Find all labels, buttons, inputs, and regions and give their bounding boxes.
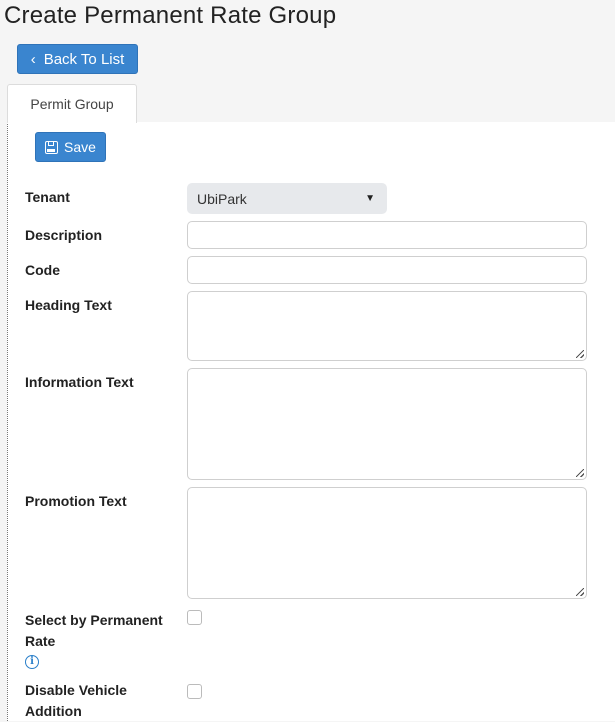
- disable-vehicle-addition-checkbox[interactable]: [187, 684, 202, 699]
- disable-vehicle-addition-label: Disable Vehicle Addition: [25, 682, 127, 719]
- select-by-permanent-rate-checkbox[interactable]: [187, 610, 202, 625]
- save-label: Save: [64, 139, 96, 155]
- back-to-list-button[interactable]: ‹ Back To List: [17, 44, 138, 74]
- form-panel: Save Tenant UbiPark ▼ Description Code H…: [7, 122, 615, 721]
- heading-text-textarea[interactable]: [187, 291, 587, 361]
- page-title: Create Permanent Rate Group: [4, 2, 337, 29]
- code-input[interactable]: [187, 256, 587, 284]
- tenant-select-value: UbiPark: [197, 190, 247, 207]
- description-input[interactable]: [187, 221, 587, 249]
- resize-grip-icon[interactable]: [576, 588, 584, 596]
- resize-grip-icon[interactable]: [576, 469, 584, 477]
- chevron-left-icon: ‹: [30, 50, 36, 68]
- promotion-text-label: Promotion Text: [25, 493, 127, 509]
- select-by-permanent-rate-label: Select by Permanent Rate: [25, 612, 163, 649]
- info-icon[interactable]: i: [25, 655, 39, 669]
- description-label: Description: [25, 227, 103, 243]
- floppy-disk-icon: [45, 140, 59, 154]
- back-to-list-label: Back To List: [43, 50, 125, 68]
- information-text-label: Information Text: [25, 374, 134, 390]
- heading-text-label: Heading Text: [25, 297, 112, 313]
- save-button[interactable]: Save: [35, 132, 106, 162]
- code-label: Code: [25, 262, 60, 278]
- tenant-select[interactable]: UbiPark ▼: [187, 183, 387, 214]
- tab-permit-group-label: Permit Group: [30, 96, 114, 112]
- caret-down-icon: ▼: [365, 193, 375, 204]
- information-text-textarea[interactable]: [187, 368, 587, 480]
- resize-grip-icon[interactable]: [576, 350, 584, 358]
- promotion-text-textarea[interactable]: [187, 487, 587, 599]
- tab-permit-group[interactable]: Permit Group: [7, 84, 137, 123]
- tenant-label: Tenant: [25, 189, 70, 205]
